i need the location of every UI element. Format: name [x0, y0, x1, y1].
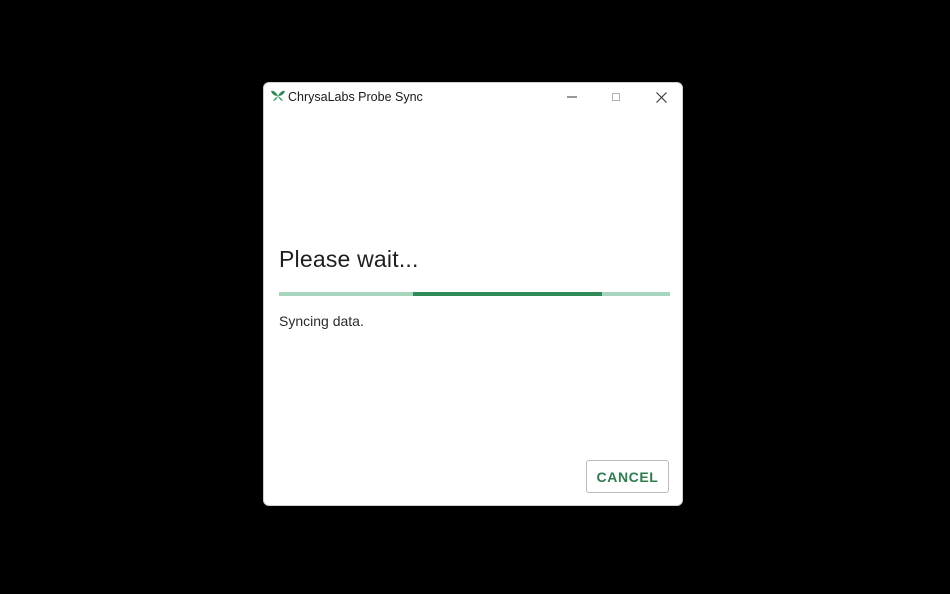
status-text: Syncing data. — [279, 313, 364, 329]
close-button[interactable] — [639, 83, 682, 111]
progress-bar — [279, 292, 670, 296]
sync-dialog-window: ChrysaLabs Probe Sync Please wait... Syn… — [263, 82, 683, 506]
dialog-heading: Please wait... — [279, 246, 419, 272]
minimize-button[interactable] — [550, 83, 594, 111]
maximize-button[interactable] — [594, 83, 638, 111]
window-title: ChrysaLabs Probe Sync — [288, 90, 423, 104]
close-icon — [655, 91, 667, 103]
minimize-icon — [567, 96, 577, 98]
butterfly-icon — [271, 90, 285, 101]
progress-bar-fill — [413, 292, 602, 296]
cancel-button[interactable]: CANCEL — [586, 460, 669, 493]
title-bar[interactable]: ChrysaLabs Probe Sync — [264, 83, 682, 111]
maximize-icon — [612, 93, 620, 101]
